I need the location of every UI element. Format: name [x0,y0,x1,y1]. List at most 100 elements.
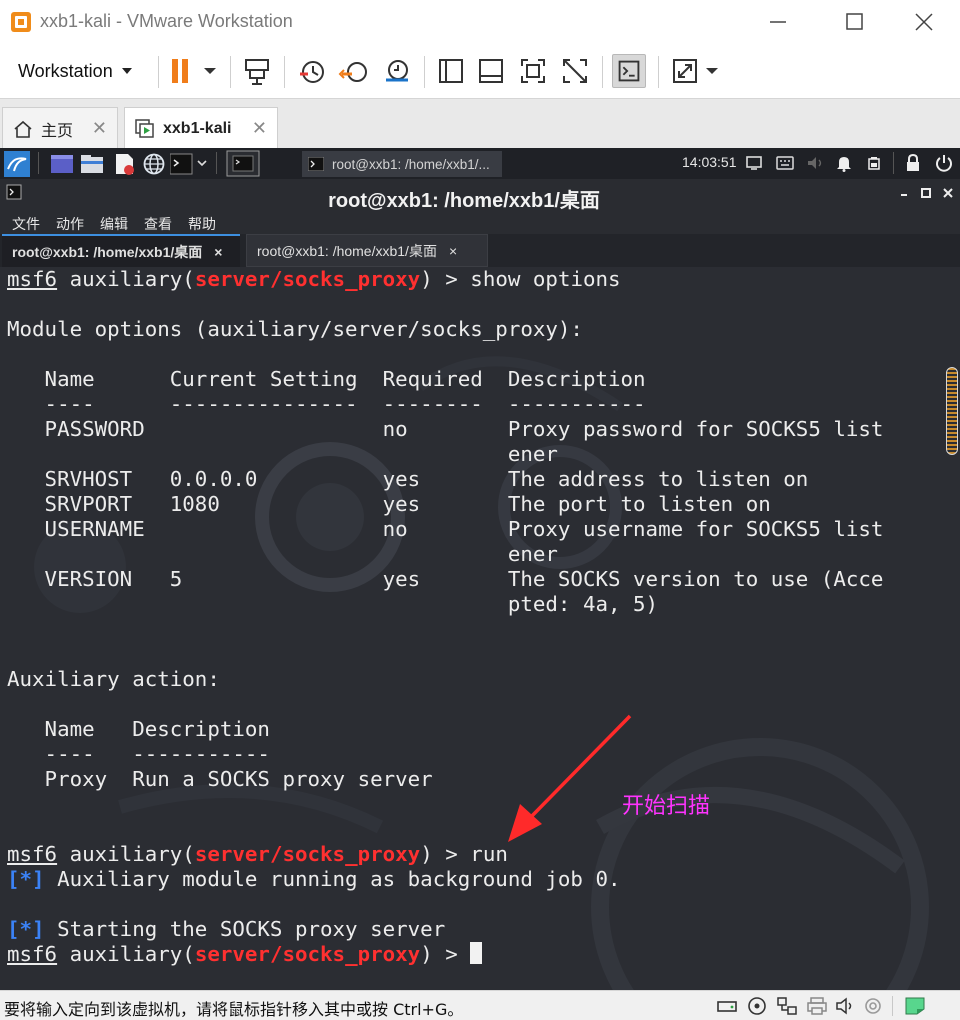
cd-dvd-icon[interactable] [746,996,768,1016]
keyboard-icon[interactable] [776,156,794,170]
minimize-icon[interactable] [758,8,798,36]
printer-icon[interactable] [806,996,828,1016]
panel-divider [893,152,894,174]
vmware-statusbar: 要将输入定向到该虚拟机，请将鼠标指针移入其中或按 Ctrl+G。 [0,990,960,1020]
kali-menu-icon[interactable] [4,151,30,177]
workspace-switcher-icon[interactable] [226,150,260,177]
statusbar-divider [892,996,893,1016]
command-run: run [470,842,508,866]
terminal-console[interactable]: msf6 auxiliary(server/socks_proxy) > sho… [0,267,944,990]
kali-top-panel: root@xxb1: /home/xxb1/... 14:03:51 [0,148,960,179]
console-view-icon[interactable] [612,54,646,88]
sound-card-icon[interactable] [834,996,856,1016]
snapshot-manager-icon[interactable] [380,54,414,88]
stretch-guest-icon[interactable] [668,54,724,88]
status-tag: [*] [7,867,45,891]
tab-home-label: 主页 [41,122,74,140]
auxiliary-action-header: Auxiliary action: [7,667,220,691]
options-row-srvport: SRVPORT 1080 yes The port to listen on [7,492,771,516]
menu-actions[interactable]: 动作 [56,214,84,234]
menu-view[interactable]: 查看 [144,214,172,234]
module-options-header: Module options (auxiliary/server/socks_p… [7,317,583,341]
file-manager-icon[interactable] [80,153,104,175]
terminal-minimize-icon[interactable] [898,187,910,199]
vm-tab-strip: 主页 ✕ xxb1-kali ✕ [0,98,960,149]
status-text: Auxiliary module running as background j… [44,867,621,891]
options-row-srvhost: SRVHOST 0.0.0.0 yes The address to liste… [7,467,809,491]
prompt-tail: ) > [420,267,471,291]
guest-display[interactable]: root@xxb1: /home/xxb1/... 14:03:51 root@… [0,148,960,990]
terminal-tab-2-label: root@xxb1: /home/xxb1/桌面 [257,242,437,259]
lock-screen-icon[interactable] [904,153,922,173]
revert-snapshot-icon[interactable] [338,54,372,88]
terminal-scrollbar-thumb[interactable] [946,367,958,455]
prompt-module: server/socks_proxy [194,842,421,866]
terminal-launcher-icon[interactable] [170,153,210,175]
thumbnail-bar-icon[interactable] [474,54,508,88]
prompt-aux: auxiliary( [57,842,195,866]
status-line-background-job: [*] Auxiliary module running as backgrou… [7,867,621,892]
menu-edit[interactable]: 编辑 [100,214,128,234]
prompt-aux: auxiliary( [57,267,195,291]
action-table-header: Name Description [7,717,270,741]
battery-icon[interactable] [868,156,880,170]
terminal-tab-1-label: root@xxb1: /home/xxb1/桌面 [12,243,203,260]
terminal-tab-2[interactable]: root@xxb1: /home/xxb1/桌面 × [246,234,488,267]
options-row-username: USERNAME no Proxy username for SOCKS5 li… [7,517,884,541]
workstation-menu[interactable]: Workstation [8,54,143,88]
tab-xxb1-kali-label: xxb1-kali [163,119,232,137]
chevron-down-icon [121,68,132,74]
unity-icon[interactable] [558,54,592,88]
hard-disk-icon[interactable] [716,996,738,1016]
prompt-module: server/socks_proxy [194,942,421,966]
terminal-cursor [470,942,483,964]
vmware-app-icon [11,12,31,32]
power-icon[interactable] [934,153,954,173]
notifications-bell-icon[interactable] [836,154,852,172]
options-row-password: PASSWORD no Proxy password for SOCKS5 li… [7,417,884,441]
statusbar-hint: 要将输入定向到该虚拟机，请将鼠标指针移入其中或按 Ctrl+G。 [4,1000,464,1019]
menu-help[interactable]: 帮助 [188,214,216,234]
usb-device-icon[interactable] [862,996,884,1016]
prompt-msf6: msf6 [7,267,58,291]
web-browser-icon[interactable] [142,153,166,175]
terminal-scrollbar[interactable] [944,267,960,990]
terminal-tab-2-close-icon[interactable]: × [449,243,457,259]
options-row-version: VERSION 5 yes The SOCKS version to use (… [7,567,884,591]
text-editor-icon[interactable] [112,153,136,175]
snapshot-icon[interactable] [296,54,330,88]
message-log-icon[interactable] [904,996,926,1016]
action-row-proxy: Proxy Run a SOCKS proxy server [7,767,433,791]
menu-file[interactable]: 文件 [12,214,40,234]
tab-home-close-icon[interactable]: ✕ [92,118,107,139]
close-icon[interactable] [904,8,944,36]
show-desktop-icon[interactable] [50,153,74,175]
action-table-rule: ---- ----------- [7,742,270,766]
terminal-maximize-icon[interactable] [920,187,932,199]
taskbar-terminal-button[interactable]: root@xxb1: /home/xxb1/... [302,151,502,177]
toolbar-divider [158,56,159,88]
terminal-tab-bar: root@xxb1: /home/xxb1/桌面 × root@xxb1: /h… [0,234,960,267]
prompt-tail: ) > [420,942,471,966]
window-titlebar: xxb1-kali - VMware Workstation [0,0,960,44]
options-row-password-wrap: ener [7,442,558,466]
terminal-tab-1[interactable]: root@xxb1: /home/xxb1/桌面 × [2,234,240,267]
status-tag: [*] [7,917,45,941]
full-screen-icon[interactable] [516,54,550,88]
tab-xxb1-kali-close-icon[interactable]: ✕ [252,118,267,139]
show-library-icon[interactable] [434,54,468,88]
panel-clock[interactable]: 14:03:51 [682,154,737,170]
display-icon[interactable] [746,156,762,170]
terminal-close-icon[interactable] [942,187,954,199]
volume-icon[interactable] [806,155,824,171]
network-adapter-icon[interactable] [776,996,798,1016]
maximize-icon[interactable] [834,8,874,36]
toolbar-divider [230,56,231,88]
tab-home[interactable]: 主页 ✕ [2,107,118,149]
pause-icon[interactable] [166,54,222,88]
terminal-tab-1-close-icon[interactable]: × [214,244,222,260]
prompt-msf6: msf6 [7,842,58,866]
send-ctrl-alt-del-icon[interactable] [240,54,274,88]
command-show-options: show options [470,267,621,291]
tab-xxb1-kali[interactable]: xxb1-kali ✕ [124,107,278,149]
